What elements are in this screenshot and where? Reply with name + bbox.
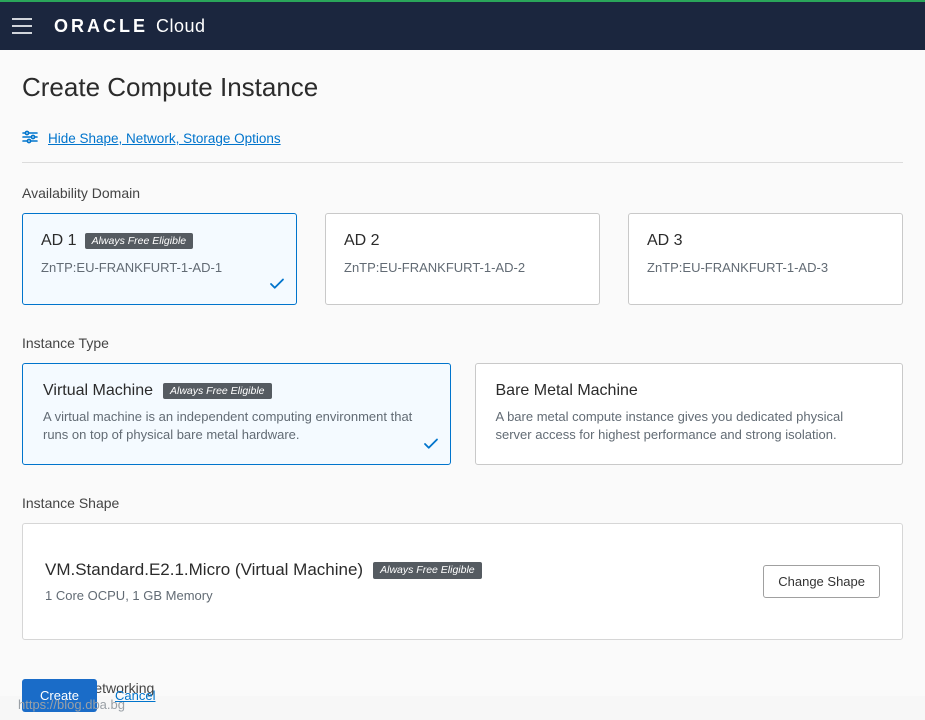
cancel-link[interactable]: Cancel xyxy=(115,688,155,703)
availability-domain-card-1[interactable]: AD 1 Always Free Eligible ZnTP:EU-FRANKF… xyxy=(22,213,297,305)
availability-domain-row: AD 1 Always Free Eligible ZnTP:EU-FRANKF… xyxy=(22,213,903,305)
instance-type-desc: A bare metal compute instance gives you … xyxy=(496,408,883,444)
instance-shape-info: VM.Standard.E2.1.Micro (Virtual Machine)… xyxy=(45,560,482,603)
page-title: Create Compute Instance xyxy=(22,72,903,103)
ad-title: AD 1 xyxy=(41,232,77,250)
free-badge: Always Free Eligible xyxy=(163,383,272,400)
instance-type-card-vm[interactable]: Virtual Machine Always Free Eligible A v… xyxy=(22,363,451,465)
brand-logo[interactable]: ORACLE Cloud xyxy=(54,16,206,37)
top-nav-bar: ORACLE Cloud xyxy=(0,0,925,50)
footer-actions: Create Cancel xyxy=(0,671,925,720)
hamburger-menu-icon[interactable] xyxy=(12,18,32,34)
instance-shape-box: VM.Standard.E2.1.Micro (Virtual Machine)… xyxy=(22,523,903,640)
instance-shape-label: Instance Shape xyxy=(22,495,903,511)
create-button[interactable]: Create xyxy=(22,679,97,712)
toggle-options-link[interactable]: Hide Shape, Network, Storage Options xyxy=(48,131,281,146)
ad-title: AD 3 xyxy=(647,232,683,250)
ad-subtitle: ZnTP:EU-FRANKFURT-1-AD-1 xyxy=(41,260,278,275)
instance-type-title: Virtual Machine xyxy=(43,382,153,400)
change-shape-button[interactable]: Change Shape xyxy=(763,565,880,598)
brand-name-strong: ORACLE xyxy=(54,16,148,37)
instance-type-row: Virtual Machine Always Free Eligible A v… xyxy=(22,363,903,465)
page-content: Create Compute Instance Hide Shape, Netw… xyxy=(0,50,925,696)
instance-type-title: Bare Metal Machine xyxy=(496,382,638,400)
instance-shape-title: VM.Standard.E2.1.Micro (Virtual Machine) xyxy=(45,560,363,580)
ad-title: AD 2 xyxy=(344,232,380,250)
availability-domain-card-2[interactable]: AD 2 ZnTP:EU-FRANKFURT-1-AD-2 xyxy=(325,213,600,305)
brand-name-light: Cloud xyxy=(156,16,206,37)
free-badge: Always Free Eligible xyxy=(373,562,482,579)
availability-domain-card-3[interactable]: AD 3 ZnTP:EU-FRANKFURT-1-AD-3 xyxy=(628,213,903,305)
availability-domain-label: Availability Domain xyxy=(22,185,903,201)
instance-type-label: Instance Type xyxy=(22,335,903,351)
options-toggle-row: Hide Shape, Network, Storage Options xyxy=(22,129,903,163)
ad-subtitle: ZnTP:EU-FRANKFURT-1-AD-2 xyxy=(344,260,581,275)
instance-shape-sub: 1 Core OCPU, 1 GB Memory xyxy=(45,588,482,603)
check-icon xyxy=(268,275,286,296)
instance-type-desc: A virtual machine is an independent comp… xyxy=(43,408,430,444)
free-badge: Always Free Eligible xyxy=(85,233,194,250)
check-icon xyxy=(422,435,440,456)
sliders-icon xyxy=(22,129,38,148)
ad-subtitle: ZnTP:EU-FRANKFURT-1-AD-3 xyxy=(647,260,884,275)
instance-type-card-bare-metal[interactable]: Bare Metal Machine A bare metal compute … xyxy=(475,363,904,465)
